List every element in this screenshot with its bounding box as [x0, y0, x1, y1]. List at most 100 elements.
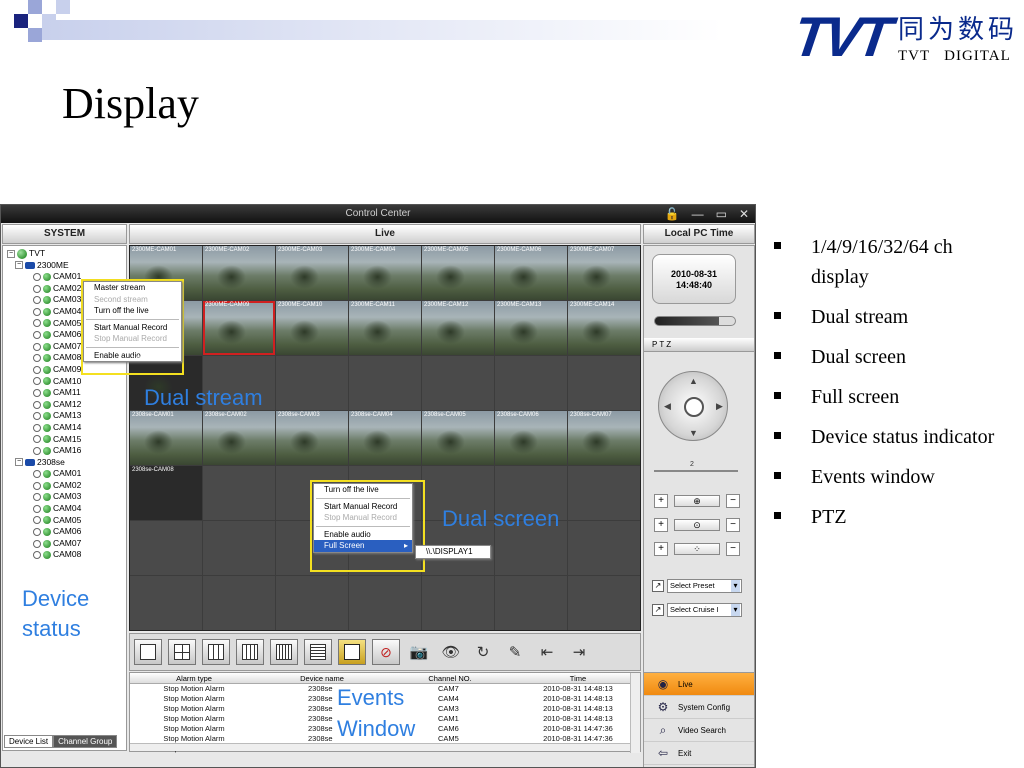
view-icon[interactable]: 👁 [438, 639, 464, 665]
window-titlebar[interactable]: Control Center 🔓 — ▭ ✕ [1, 205, 755, 223]
tree-device[interactable]: − 2300ME [7, 260, 122, 272]
tree-camera[interactable]: CAM14 [7, 422, 122, 434]
video-cell[interactable] [495, 576, 567, 630]
menu-item-stop-record[interactable]: Stop Manual Record [314, 512, 412, 524]
video-cell[interactable]: 2300ME-CAM09 [203, 301, 275, 355]
video-cell[interactable]: 2300ME-CAM05 [422, 246, 494, 300]
tree-camera[interactable]: CAM08 [7, 549, 122, 561]
video-cell[interactable] [203, 576, 275, 630]
video-cell[interactable]: 2308se-CAM01 [130, 411, 202, 465]
events-horizontal-scrollbar[interactable] [130, 743, 630, 751]
video-cell[interactable]: 2308se-CAM03 [276, 411, 348, 465]
tab-channel-group[interactable]: Channel Group [53, 735, 118, 748]
video-cell[interactable]: 2300ME-CAM10 [276, 301, 348, 355]
collapse-icon[interactable]: − [15, 261, 23, 270]
video-cell[interactable] [495, 356, 567, 410]
close-icon[interactable]: ✕ [739, 205, 749, 223]
layout-25-button[interactable] [270, 639, 298, 665]
video-cell[interactable]: 2300ME-CAM11 [349, 301, 421, 355]
events-vertical-scrollbar[interactable] [630, 673, 640, 753]
nav-live[interactable]: ◉ Live [644, 673, 754, 696]
video-cell[interactable]: 2300ME-CAM03 [276, 246, 348, 300]
menu-item-start-record[interactable]: Start Manual Record [84, 322, 181, 334]
video-cell[interactable]: 2300ME-CAM14 [568, 301, 640, 355]
ptz-header[interactable]: PTZ [644, 338, 754, 352]
minimize-icon[interactable]: — [692, 205, 704, 223]
tree-camera[interactable]: CAM07 [7, 538, 122, 550]
prev-page-icon[interactable]: ⇤ [534, 639, 560, 665]
column-header[interactable]: Time [514, 673, 642, 684]
tree-camera[interactable]: CAM16 [7, 445, 122, 457]
zoom-in-button[interactable]: + [654, 494, 668, 508]
ptz-speed-slider[interactable] [654, 470, 738, 472]
tree-camera[interactable]: CAM15 [7, 434, 122, 446]
focus-out-button[interactable]: − [726, 518, 740, 532]
tree-camera[interactable]: CAM02 [7, 480, 122, 492]
video-cell[interactable]: 2308se-CAM08 [130, 466, 202, 520]
snapshot-icon[interactable]: 📷 [406, 639, 432, 665]
collapse-icon[interactable]: − [15, 458, 23, 467]
menu-item-master-stream[interactable]: Master stream [84, 282, 181, 294]
video-cell[interactable] [568, 576, 640, 630]
zoom-out-button[interactable]: − [726, 494, 740, 508]
video-cell[interactable] [203, 521, 275, 575]
layout-custom-button[interactable] [338, 639, 366, 665]
menu-item-stop-record[interactable]: Stop Manual Record [84, 333, 181, 345]
tree-camera[interactable]: CAM01 [7, 468, 122, 480]
video-cell[interactable] [422, 576, 494, 630]
nav-exit[interactable]: ⇦ Exit [644, 742, 754, 765]
iris-close-button[interactable]: − [726, 542, 740, 556]
up-arrow-icon[interactable]: ▲ [689, 376, 698, 386]
right-arrow-icon[interactable]: ▶ [716, 401, 723, 412]
tree-camera[interactable]: CAM10 [7, 376, 122, 388]
layout-1-button[interactable] [134, 639, 162, 665]
nav-video-search[interactable]: ⌕ Video Search [644, 719, 754, 742]
preset-select[interactable]: Select Preset [667, 579, 742, 593]
collapse-icon[interactable]: − [7, 249, 15, 258]
video-cell[interactable]: 2308se-CAM04 [349, 411, 421, 465]
video-cell[interactable]: 2308se-CAM06 [495, 411, 567, 465]
left-arrow-icon[interactable]: ◀ [664, 401, 671, 412]
layout-36-button[interactable] [304, 639, 332, 665]
video-cell[interactable]: 2308se-CAM02 [203, 411, 275, 465]
layout-4-button[interactable] [168, 639, 196, 665]
video-cell[interactable] [130, 521, 202, 575]
tree-root[interactable]: − TVT [7, 248, 122, 260]
ptz-direction-pad[interactable]: ▲ ▼ ◀ ▶ [658, 371, 728, 441]
tree-camera[interactable]: CAM04 [7, 503, 122, 515]
menu-item-start-record[interactable]: Start Manual Record [314, 501, 412, 513]
video-cell[interactable]: 2300ME-CAM02 [203, 246, 275, 300]
column-header[interactable]: Alarm type [130, 673, 258, 684]
layout-9-button[interactable] [202, 639, 230, 665]
video-cell[interactable] [276, 356, 348, 410]
video-cell[interactable] [203, 466, 275, 520]
video-cell[interactable] [130, 576, 202, 630]
preset-icon[interactable]: ↗ [652, 580, 664, 592]
tab-device-list[interactable]: Device List [4, 735, 54, 748]
menu-item-full-screen[interactable]: Full Screen ▸ [314, 540, 412, 552]
video-cell[interactable] [349, 356, 421, 410]
tree-camera[interactable]: CAM06 [7, 526, 122, 538]
tree-camera[interactable]: CAM05 [7, 515, 122, 527]
focus-in-button[interactable]: + [654, 518, 668, 532]
video-cell[interactable]: 2300ME-CAM12 [422, 301, 494, 355]
video-cell[interactable] [349, 576, 421, 630]
video-cell[interactable] [568, 466, 640, 520]
video-cell[interactable]: 2308se-CAM05 [422, 411, 494, 465]
tree-camera[interactable]: CAM13 [7, 410, 122, 422]
nav-system-config[interactable]: ⚙ System Config [644, 696, 754, 719]
tree-camera[interactable]: CAM11 [7, 387, 122, 399]
video-cell[interactable]: 2300ME-CAM06 [495, 246, 567, 300]
edit-icon[interactable]: ✎ [502, 639, 528, 665]
video-cell[interactable] [568, 521, 640, 575]
iris-open-button[interactable]: + [654, 542, 668, 556]
down-arrow-icon[interactable]: ▼ [689, 428, 698, 438]
video-cell[interactable]: 2308se-CAM07 [568, 411, 640, 465]
ptz-center-button[interactable] [684, 397, 704, 417]
menu-item-enable-audio[interactable]: Enable audio [314, 529, 412, 541]
restore-icon[interactable]: ▭ [716, 205, 727, 223]
refresh-icon[interactable]: ↻ [470, 639, 496, 665]
stop-all-button[interactable]: ⊘ [372, 639, 400, 665]
video-cell[interactable]: 2300ME-CAM07 [568, 246, 640, 300]
video-cell[interactable] [276, 576, 348, 630]
